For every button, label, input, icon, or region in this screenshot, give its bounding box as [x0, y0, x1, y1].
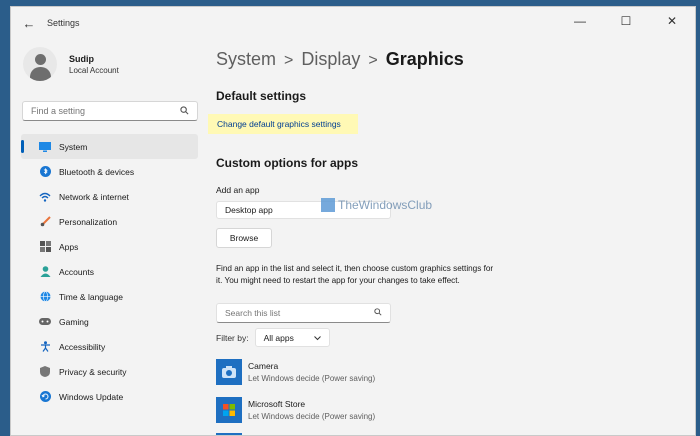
browse-button[interactable]: Browse: [216, 228, 272, 248]
bluetooth-icon: [39, 166, 51, 178]
camera-icon: [216, 359, 242, 385]
sidebar-item-privacy[interactable]: Privacy & security: [21, 359, 198, 384]
profile-account: Local Account: [69, 65, 119, 75]
sidebar-item-windows-update[interactable]: Windows Update: [21, 384, 198, 409]
brush-icon: [39, 216, 51, 228]
window-controls: — ☐ ✕: [557, 7, 695, 35]
window-title: Settings: [47, 18, 80, 28]
custom-options-description: Find an app in the list and select it, t…: [216, 264, 494, 285]
add-app-label: Add an app: [216, 185, 260, 195]
close-button[interactable]: ✕: [649, 7, 695, 35]
breadcrumb-system[interactable]: System: [216, 49, 276, 69]
chevron-down-icon: [313, 333, 321, 343]
title-bar: ← Settings — ☐ ✕: [11, 7, 695, 39]
sidebar-nav: System Bluetooth & devices Network & int…: [21, 134, 198, 409]
sidebar-item-system[interactable]: System: [21, 134, 198, 159]
minimize-button[interactable]: —: [557, 7, 603, 35]
filter-dropdown[interactable]: All apps: [254, 328, 330, 347]
watermark: TheWindowsClub: [321, 198, 432, 212]
filter-row: Filter by: All apps: [216, 328, 330, 347]
profile-name: Sudip: [69, 53, 94, 64]
gamepad-icon: [39, 316, 51, 328]
page-title: Graphics: [385, 49, 464, 69]
main-content: System > Display > Graphics Default settings…: [208, 39, 686, 435]
custom-options-heading: Custom options for apps: [216, 156, 358, 170]
default-settings-heading: Default settings: [216, 89, 307, 103]
search-icon: [180, 105, 189, 117]
sidebar: Sudip Local Account System Bluetooth & d…: [11, 39, 211, 435]
app-list-item-camera[interactable]: Camera Let Windows decide (Power saving): [216, 359, 375, 385]
monitor-icon: [39, 141, 51, 153]
avatar: [23, 47, 57, 81]
profile[interactable]: Sudip Local Account: [23, 47, 119, 81]
find-setting-search[interactable]: [22, 101, 198, 121]
filter-label: Filter by:: [216, 332, 249, 343]
sidebar-item-network[interactable]: Network & internet: [21, 184, 198, 209]
change-default-graphics-link[interactable]: Change default graphics settings: [208, 114, 358, 134]
accessibility-icon: [39, 341, 51, 353]
search-list-box[interactable]: [216, 303, 391, 323]
watermark-logo-icon: [321, 198, 335, 212]
app-list-item-microsoft-store[interactable]: Microsoft Store Let Windows decide (Powe…: [216, 397, 375, 423]
search-icon: [374, 308, 382, 318]
sidebar-item-apps[interactable]: Apps: [21, 234, 198, 259]
sidebar-item-time-language[interactable]: Time & language: [21, 284, 198, 309]
sidebar-item-bluetooth[interactable]: Bluetooth & devices: [21, 159, 198, 184]
breadcrumb: System > Display > Graphics: [216, 49, 464, 70]
maximize-button[interactable]: ☐: [603, 7, 649, 35]
apps-icon: [39, 241, 51, 253]
breadcrumb-separator: >: [284, 52, 294, 69]
back-arrow-icon[interactable]: ←: [11, 7, 47, 39]
settings-window: ← Settings — ☐ ✕ Sudip Local Account Fin…: [10, 6, 696, 436]
store-icon: [216, 397, 242, 423]
sidebar-item-accessibility[interactable]: Accessibility: [21, 334, 198, 359]
person-icon: [39, 266, 51, 278]
wifi-icon: [39, 191, 51, 203]
sidebar-item-accounts[interactable]: Accounts: [21, 259, 198, 284]
breadcrumb-separator: >: [368, 52, 378, 69]
breadcrumb-display[interactable]: Display: [301, 49, 360, 69]
search-input[interactable]: [31, 106, 180, 116]
update-icon: [39, 391, 51, 403]
globe-icon: [39, 291, 51, 303]
shield-icon: [39, 366, 51, 378]
search-list-input[interactable]: [225, 308, 374, 318]
sidebar-item-gaming[interactable]: Gaming: [21, 309, 198, 334]
sidebar-item-personalization[interactable]: Personalization: [21, 209, 198, 234]
